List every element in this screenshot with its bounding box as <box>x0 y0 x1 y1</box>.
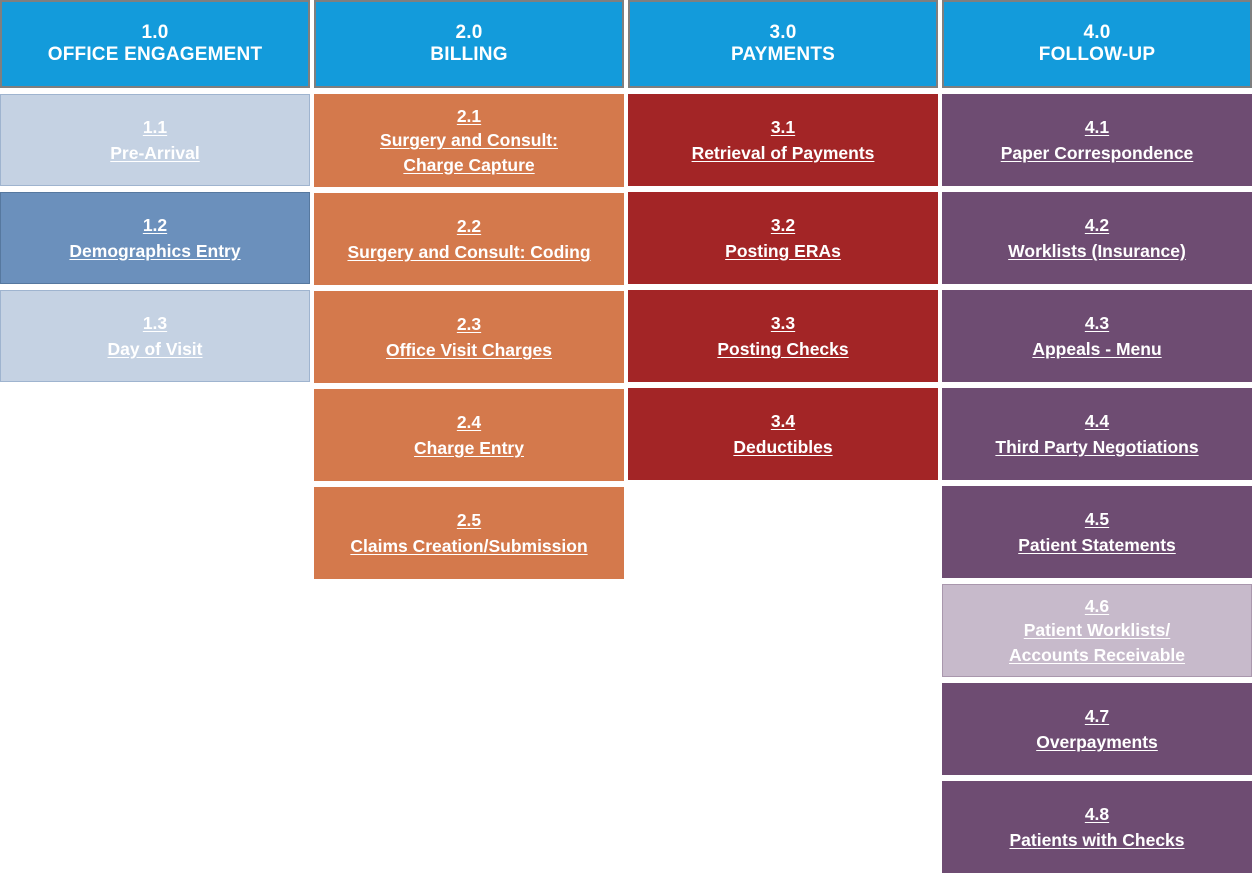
step-label-line2: Accounts Receivable <box>1008 644 1186 665</box>
phase-title: OFFICE ENGAGEMENT <box>47 44 263 65</box>
step-label: Posting ERAs <box>725 241 841 261</box>
step-card-4-4[interactable]: 4.4 Third Party Negotiations <box>942 388 1252 480</box>
step-label: Patients with Checks <box>1009 830 1185 850</box>
phase-number: 4.0 <box>1083 21 1111 43</box>
step-number: 1.3 <box>142 312 168 333</box>
phase-number: 3.0 <box>769 21 797 43</box>
step-card-4-8[interactable]: 4.8 Patients with Checks <box>942 781 1252 873</box>
step-number: 4.6 <box>1084 596 1110 617</box>
phase-column-2-0: 2.0 BILLING 2.1 Surgery and Consult: Charge … <box>314 0 624 585</box>
step-card-3-3[interactable]: 3.3 Posting Checks <box>628 290 938 382</box>
step-card-4-3[interactable]: 4.3 Appeals - Menu <box>942 290 1252 382</box>
step-number: 2.1 <box>456 106 482 127</box>
phase-column-3-0: 3.0 PAYMENTS 3.1 Retrieval of Payments 3.2 Po… <box>628 0 938 486</box>
step-number: 4.1 <box>1084 116 1110 137</box>
step-card-3-2[interactable]: 3.2 Posting ERAs <box>628 192 938 284</box>
step-card-4-7[interactable]: 4.7 Overpayments <box>942 683 1252 775</box>
step-label: Overpayments <box>1036 732 1158 752</box>
step-label: Charge Entry <box>414 438 524 458</box>
step-label: Retrieval of Payments <box>691 143 875 163</box>
step-label: Third Party Negotiations <box>995 437 1199 457</box>
step-number: 2.3 <box>456 313 482 334</box>
step-number: 4.8 <box>1084 803 1110 824</box>
phase-title: PAYMENTS <box>730 44 835 65</box>
phase-header-2-0[interactable]: 2.0 BILLING <box>314 0 624 88</box>
step-card-1-1[interactable]: 1.1 Pre-Arrival <box>0 94 310 186</box>
step-card-2-4[interactable]: 2.4 Charge Entry <box>314 389 624 481</box>
step-number: 3.1 <box>770 116 796 137</box>
step-label: Appeals - Menu <box>1032 339 1162 359</box>
phase-column-1-0: 1.0 OFFICE ENGAGEMENT 1.1 Pre-Arrival 1.2 Dem… <box>0 0 310 388</box>
step-card-2-1[interactable]: 2.1 Surgery and Consult: Charge Capture <box>314 94 624 187</box>
step-card-2-5[interactable]: 2.5 Claims Creation/Submission <box>314 487 624 579</box>
step-card-3-4[interactable]: 3.4 Deductibles <box>628 388 938 480</box>
step-label-line2: Charge Capture <box>403 154 535 175</box>
step-number: 2.5 <box>456 509 482 530</box>
step-card-4-2[interactable]: 4.2 Worklists (Insurance) <box>942 192 1252 284</box>
step-number: 4.2 <box>1084 214 1110 235</box>
step-number: 4.5 <box>1084 508 1110 529</box>
step-label: Day of Visit <box>107 339 203 359</box>
step-number: 4.3 <box>1084 312 1110 333</box>
step-card-2-2[interactable]: 2.2 Surgery and Consult: Coding <box>314 193 624 285</box>
step-label: Surgery and Consult: <box>380 130 558 151</box>
step-card-4-6[interactable]: 4.6 Patient Worklists/Accounts Receivable <box>942 584 1252 677</box>
step-card-4-5[interactable]: 4.5 Patient Statements <box>942 486 1252 578</box>
step-number: 4.7 <box>1084 705 1110 726</box>
step-label: Office Visit Charges <box>386 340 552 360</box>
step-label: Deductibles <box>733 437 833 457</box>
step-number: 3.3 <box>770 312 796 333</box>
step-card-1-3[interactable]: 1.3 Day of Visit <box>0 290 310 382</box>
process-flow-board: 1.0 OFFICE ENGAGEMENT 1.1 Pre-Arrival 1.2 Dem… <box>0 0 1254 879</box>
step-number: 4.4 <box>1084 410 1110 431</box>
step-label: Demographics Entry <box>69 241 241 261</box>
step-number: 3.4 <box>770 410 796 431</box>
step-label: Paper Correspondence <box>1000 143 1194 163</box>
step-card-2-3[interactable]: 2.3 Office Visit Charges <box>314 291 624 383</box>
phase-number: 2.0 <box>455 21 483 43</box>
step-label: Surgery and Consult: Coding <box>347 242 591 262</box>
step-number: 2.2 <box>456 215 482 236</box>
step-number: 1.2 <box>142 214 168 235</box>
phase-column-4-0: 4.0 FOLLOW-UP 4.1 Paper Correspondence 4.2 Wo… <box>942 0 1252 879</box>
phase-title: BILLING <box>430 44 508 65</box>
step-label: Posting Checks <box>717 339 849 359</box>
step-label: Pre-Arrival <box>110 143 200 163</box>
phase-header-1-0[interactable]: 1.0 OFFICE ENGAGEMENT <box>0 0 310 88</box>
step-number: 1.1 <box>142 116 168 137</box>
phase-number: 1.0 <box>141 21 169 43</box>
phase-header-4-0[interactable]: 4.0 FOLLOW-UP <box>942 0 1252 88</box>
step-label: Claims Creation/Submission <box>350 536 588 556</box>
phase-header-3-0[interactable]: 3.0 PAYMENTS <box>628 0 938 88</box>
step-label: Patient Worklists/ <box>1023 620 1171 641</box>
step-number: 3.2 <box>770 214 796 235</box>
phase-title: FOLLOW-UP <box>1038 44 1156 65</box>
step-card-4-1[interactable]: 4.1 Paper Correspondence <box>942 94 1252 186</box>
step-number: 2.4 <box>456 411 482 432</box>
step-label: Patient Statements <box>1018 535 1176 555</box>
step-card-1-2[interactable]: 1.2 Demographics Entry <box>0 192 310 284</box>
step-label: Worklists (Insurance) <box>1008 241 1186 261</box>
step-card-3-1[interactable]: 3.1 Retrieval of Payments <box>628 94 938 186</box>
